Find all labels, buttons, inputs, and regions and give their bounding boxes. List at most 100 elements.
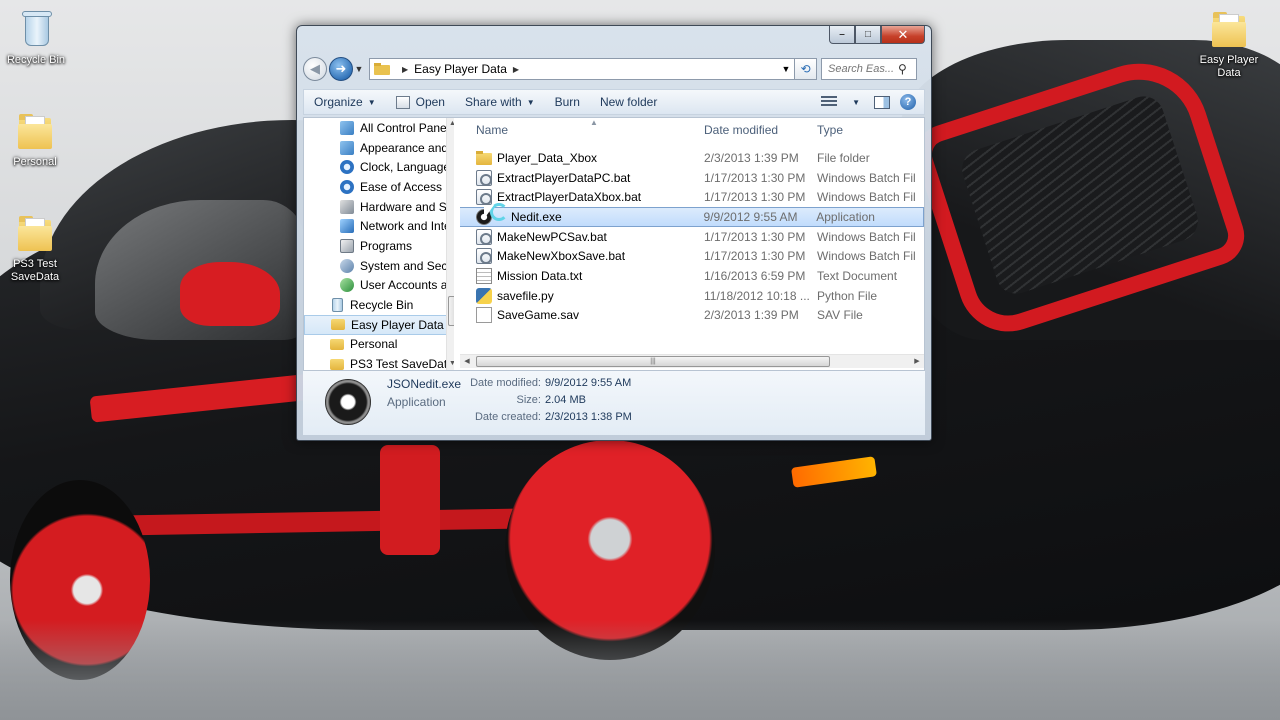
- shield-icon: [340, 258, 354, 273]
- file-type: SAV File: [817, 308, 863, 323]
- back-button[interactable]: ◀: [303, 57, 327, 81]
- file-row[interactable]: Mission Data.txt 1/16/2013 6:59 PM Text …: [460, 266, 924, 286]
- scrollbar-thumb[interactable]: [448, 296, 454, 326]
- column-header-name[interactable]: Name: [460, 123, 704, 137]
- nav-item-easy-player-data[interactable]: Easy Player Data: [304, 314, 454, 335]
- preview-pane-icon[interactable]: [874, 95, 890, 109]
- wallpaper-mirror: [180, 262, 280, 326]
- file-type: Python File: [817, 288, 878, 303]
- file-date: 9/9/2012 9:55 AM: [703, 209, 798, 224]
- nav-item-system-security[interactable]: System and Secu: [304, 256, 454, 276]
- nav-item-ps3-test-savedata[interactable]: PS3 Test SaveData: [304, 354, 454, 370]
- details-date-modified-label: Date modified:: [470, 377, 541, 389]
- file-name: Mission Data.txt: [497, 268, 583, 283]
- navigation-pane-scrollbar[interactable]: ▲ ▼: [446, 118, 454, 370]
- nav-item-appearance[interactable]: Appearance and: [304, 138, 454, 158]
- nav-item-clock-language[interactable]: Clock, Language,: [304, 157, 454, 177]
- file-row[interactable]: SaveGame.sav 2/3/2013 1:39 PM SAV File: [460, 306, 924, 326]
- details-date-created-label: Date created:: [474, 411, 541, 423]
- generic-file-icon: [476, 307, 492, 324]
- search-box[interactable]: ⚲: [821, 58, 917, 80]
- ease-of-access-icon: [340, 179, 354, 194]
- file-row[interactable]: ExtractPlayerDataXbox.bat 1/17/2013 1:30…: [460, 187, 924, 207]
- desktop-icon-label: Personal: [13, 156, 57, 168]
- file-name: savefile.py: [497, 288, 554, 303]
- file-name: MakeNewPCSav.bat: [497, 229, 607, 244]
- desktop-icon-personal[interactable]: Personal: [0, 110, 70, 169]
- desktop-icon-label: Easy Player Data: [1199, 54, 1259, 79]
- search-input[interactable]: [828, 63, 898, 75]
- batch-file-icon: [476, 228, 492, 245]
- forward-button[interactable]: ➜: [329, 57, 353, 81]
- folder-icon: [330, 358, 344, 370]
- nav-item-ease-of-access[interactable]: Ease of Access: [304, 177, 454, 197]
- file-row[interactable]: Player_Data_Xbox 2/3/2013 1:39 PM File f…: [460, 148, 924, 168]
- maximize-button[interactable]: □: [855, 26, 881, 44]
- refresh-icon: ⟲: [800, 62, 811, 76]
- nav-item-label: Network and Inte: [360, 219, 451, 234]
- desktop-icon-ps3-test-savedata[interactable]: PS3 Test SaveData: [0, 212, 70, 284]
- folder-icon: [331, 319, 345, 331]
- nav-item-label: System and Secu: [360, 258, 454, 273]
- column-header-date-modified[interactable]: Date modified: [704, 123, 817, 137]
- close-button[interactable]: ✕: [881, 26, 925, 44]
- file-row[interactable]: MakeNewPCSav.bat 1/17/2013 1:30 PM Windo…: [460, 227, 924, 247]
- new-folder-button[interactable]: New folder: [590, 90, 667, 114]
- open-button[interactable]: Open: [386, 90, 455, 114]
- file-row[interactable]: MakeNewXboxSave.bat 1/17/2013 1:30 PM Wi…: [460, 246, 924, 266]
- globe-clock-icon: [340, 160, 354, 175]
- file-row-selected[interactable]: Nedit.exe 9/9/2012 9:55 AM Application: [460, 207, 924, 227]
- nav-item-hardware[interactable]: Hardware and So: [304, 197, 454, 217]
- programs-icon: [340, 238, 354, 253]
- nav-item-recycle-bin[interactable]: Recycle Bin: [304, 295, 454, 315]
- share-with-button[interactable]: Share with ▼: [455, 90, 545, 114]
- nav-item-programs[interactable]: Programs: [304, 236, 454, 256]
- chevron-down-icon: ▼: [526, 97, 535, 107]
- desktop-icon-label: PS3 Test SaveData: [10, 258, 60, 283]
- file-row[interactable]: savefile.py 11/18/2012 10:18 ... Python …: [460, 286, 924, 306]
- horizontal-scrollbar[interactable]: ◀ ||| ▶: [460, 354, 924, 368]
- breadcrumb-separator-icon[interactable]: ▶: [402, 65, 408, 74]
- nav-item-label: Programs: [360, 238, 413, 253]
- burn-button[interactable]: Burn: [545, 90, 590, 114]
- sort-ascending-icon: ▲: [590, 118, 598, 127]
- nav-item-label: Hardware and So: [360, 199, 454, 214]
- scroll-up-icon[interactable]: ▲: [447, 118, 454, 130]
- nav-item-personal[interactable]: Personal: [304, 335, 454, 355]
- file-type: File folder: [817, 150, 870, 165]
- nav-item-all-control-panel[interactable]: All Control Panel: [304, 118, 454, 138]
- search-icon: ⚲: [898, 62, 907, 76]
- scroll-down-icon[interactable]: ▼: [447, 358, 454, 370]
- caption-buttons: – □ ✕: [829, 26, 925, 44]
- refresh-button[interactable]: ⟲: [795, 58, 817, 80]
- appearance-icon: [340, 140, 354, 155]
- recent-pages-dropdown[interactable]: ▼: [353, 64, 365, 74]
- nav-item-user-accounts[interactable]: User Accounts ar: [304, 276, 454, 296]
- nav-item-network[interactable]: Network and Inte: [304, 216, 454, 236]
- breadcrumb-separator-icon[interactable]: ▶: [513, 65, 519, 74]
- network-icon: [340, 219, 354, 234]
- desktop-icon-recycle-bin[interactable]: Recycle Bin: [1, 8, 71, 67]
- help-icon[interactable]: ?: [900, 94, 916, 110]
- scroll-left-icon[interactable]: ◀: [460, 355, 474, 369]
- scrollbar-thumb[interactable]: |||: [476, 356, 830, 367]
- breadcrumb-current-folder[interactable]: Easy Player Data: [414, 62, 507, 76]
- organize-label: Organize: [314, 95, 363, 109]
- file-name: ExtractPlayerDataPC.bat: [497, 170, 631, 185]
- folder-icon: [330, 338, 344, 350]
- view-options-dropdown[interactable]: ▼: [843, 90, 864, 114]
- change-view-icon[interactable]: [821, 96, 838, 108]
- file-row[interactable]: ExtractPlayerDataPC.bat 1/17/2013 1:30 P…: [460, 168, 924, 188]
- recycle-bin-icon: [16, 8, 56, 52]
- address-history-dropdown[interactable]: ▼: [778, 64, 794, 74]
- organize-button[interactable]: Organize ▼: [304, 90, 386, 114]
- desktop-icon-easy-player-data[interactable]: Easy Player Data: [1194, 8, 1264, 80]
- address-bar[interactable]: ▶ Easy Player Data ▶ ▼: [369, 58, 795, 80]
- minimize-button[interactable]: –: [829, 26, 855, 44]
- details-file-name: JSONedit.exe: [387, 377, 462, 391]
- file-type: Windows Batch Fil: [817, 170, 916, 185]
- column-headers: ▲ Name Date modified Type: [460, 118, 924, 142]
- share-with-label: Share with: [464, 95, 522, 109]
- scroll-right-icon[interactable]: ▶: [910, 355, 924, 369]
- column-header-type[interactable]: Type: [817, 123, 924, 137]
